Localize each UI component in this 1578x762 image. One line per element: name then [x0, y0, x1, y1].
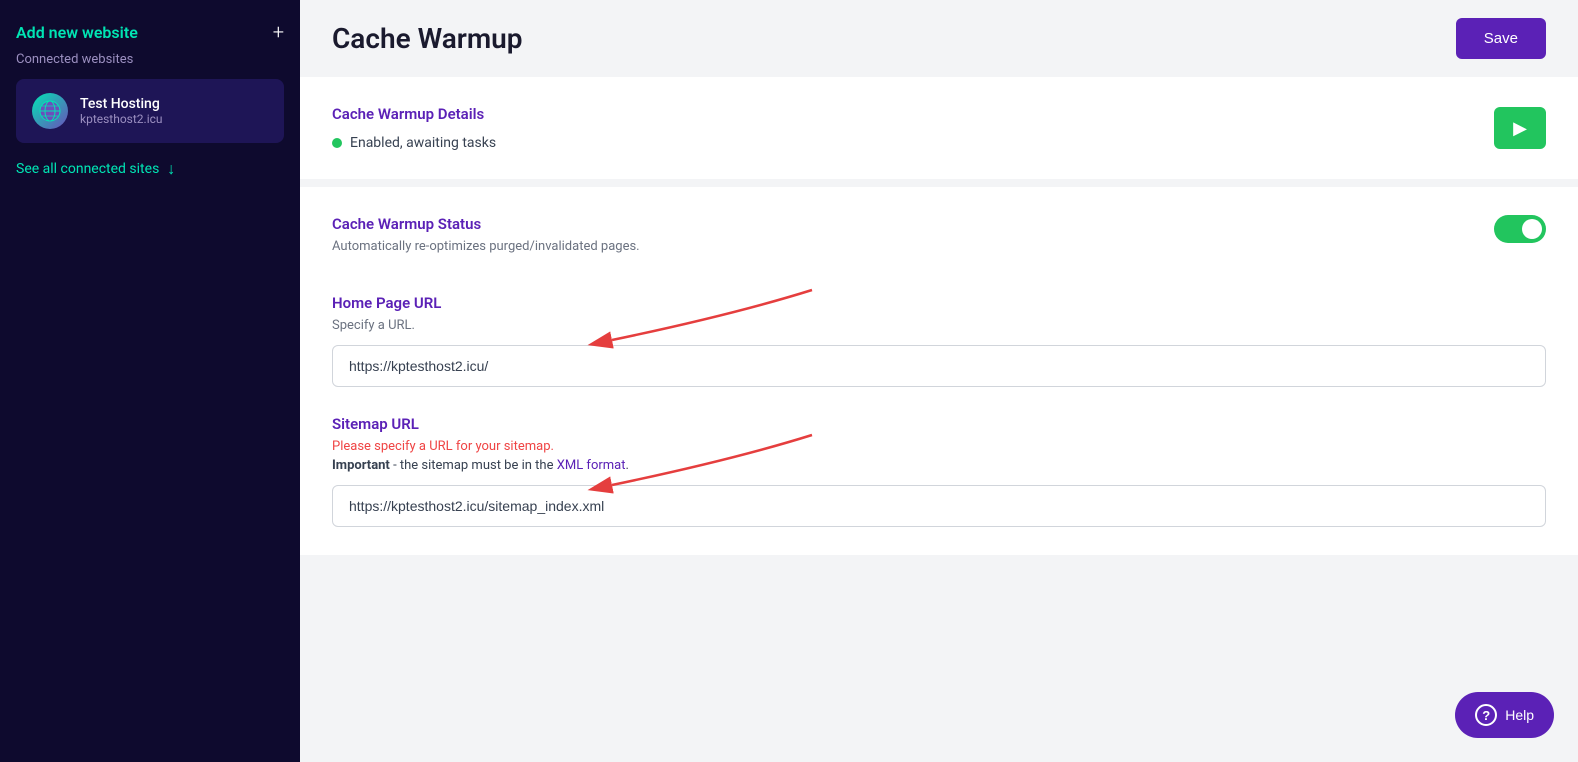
sitemap-url-input-wrapper	[332, 485, 1546, 527]
warmup-status-toggle[interactable]	[1494, 215, 1546, 243]
connected-websites-label: Connected websites	[16, 52, 284, 67]
play-button[interactable]: ▶	[1494, 107, 1546, 149]
warmup-details-title: Cache Warmup Details	[332, 105, 496, 123]
warmup-details-card: Cache Warmup Details Enabled, awaiting t…	[300, 77, 1578, 179]
see-all-sites-link[interactable]: See all connected sites ↓	[16, 159, 284, 179]
sitemap-url-important: Important - the sitemap must be in the X…	[332, 458, 1546, 473]
main-content: Cache Warmup Save Cache Warmup Details E…	[300, 0, 1578, 762]
add-new-website-link[interactable]: Add new website	[16, 23, 138, 42]
site-name: Test Hosting	[80, 96, 163, 112]
home-page-url-desc: Specify a URL.	[332, 318, 1546, 333]
sidebar: Add new website + Connected websites Tes…	[0, 0, 300, 762]
sitemap-url-input[interactable]	[332, 485, 1546, 527]
important-prefix: Important	[332, 458, 390, 473]
status-section-label: Cache Warmup Status	[332, 215, 640, 233]
settings-card: Cache Warmup Status Automatically re-opt…	[300, 187, 1578, 555]
down-arrow-icon: ↓	[167, 159, 175, 179]
home-page-url-label: Home Page URL	[332, 294, 1546, 312]
sidebar-header: Add new website +	[16, 20, 284, 44]
status-text: Enabled, awaiting tasks	[350, 135, 496, 151]
cache-warmup-status-section: Cache Warmup Status Automatically re-opt…	[332, 215, 1546, 266]
page-title: Cache Warmup	[332, 22, 523, 55]
xml-format-link[interactable]: XML format	[557, 458, 626, 473]
play-icon: ▶	[1513, 118, 1527, 139]
sitemap-url-label: Sitemap URL	[332, 415, 1546, 433]
site-card[interactable]: Test Hosting kptesthost2.icu	[16, 79, 284, 143]
home-page-url-section: Home Page URL Specify a URL.	[332, 294, 1546, 387]
sitemap-url-section: Sitemap URL Please specify a URL for you…	[332, 415, 1546, 527]
help-label: Help	[1505, 707, 1534, 723]
status-row: Enabled, awaiting tasks	[332, 135, 496, 151]
help-circle-icon: ?	[1475, 704, 1497, 726]
save-button[interactable]: Save	[1456, 18, 1546, 59]
site-url: kptesthost2.icu	[80, 112, 163, 126]
status-section-content: Cache Warmup Status Automatically re-opt…	[332, 215, 640, 266]
toggle-slider	[1494, 215, 1546, 243]
home-page-url-input[interactable]	[332, 345, 1546, 387]
important-text: - the sitemap must be in the	[390, 458, 557, 473]
help-icon: ?	[1482, 708, 1490, 723]
site-info: Test Hosting kptesthost2.icu	[80, 96, 163, 126]
avatar	[32, 93, 68, 129]
warmup-details-left: Cache Warmup Details Enabled, awaiting t…	[332, 105, 496, 151]
sitemap-url-warning: Please specify a URL for your sitemap.	[332, 439, 1546, 454]
important-suffix: .	[626, 458, 629, 473]
add-icon[interactable]: +	[273, 20, 284, 44]
home-page-url-input-wrapper	[332, 345, 1546, 387]
status-dot	[332, 138, 342, 148]
status-section-desc: Automatically re-optimizes purged/invali…	[332, 239, 640, 254]
help-button[interactable]: ? Help	[1455, 692, 1554, 738]
top-bar: Cache Warmup Save	[300, 0, 1578, 77]
see-all-sites-label: See all connected sites	[16, 161, 159, 177]
globe-icon	[39, 100, 61, 122]
